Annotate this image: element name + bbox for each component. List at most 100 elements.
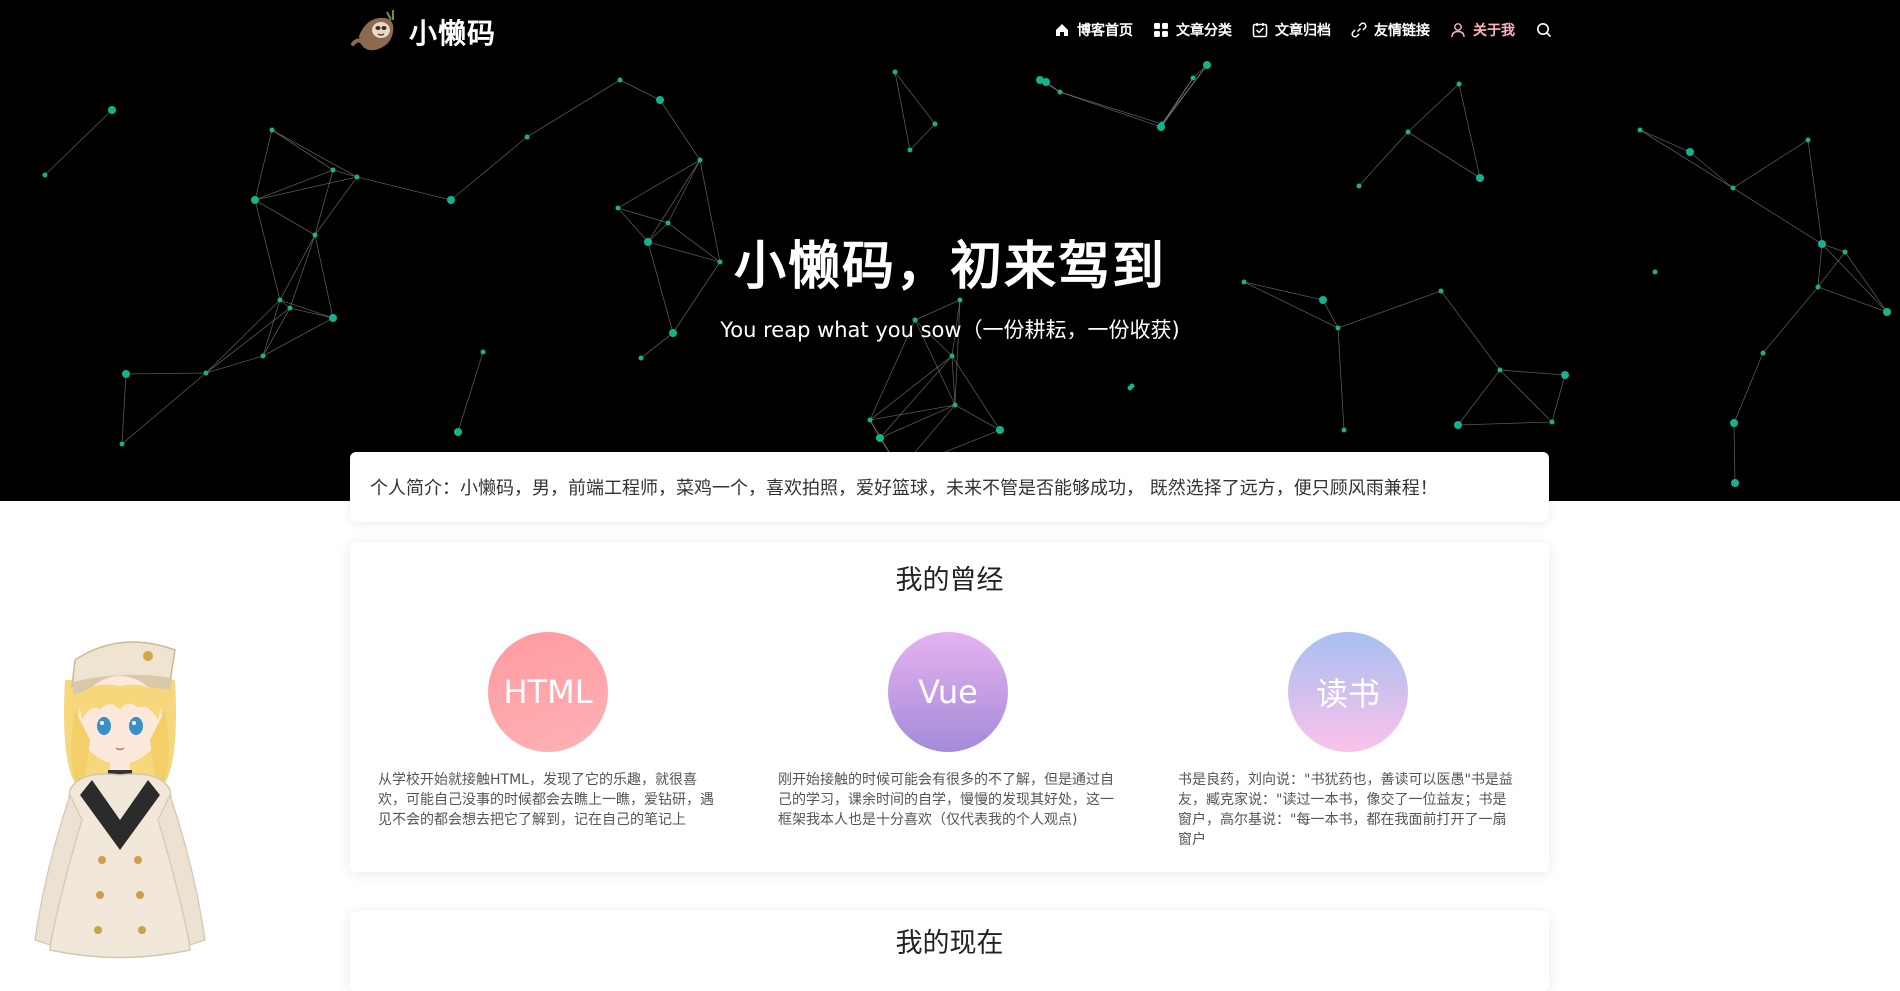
network-node — [1760, 350, 1766, 356]
nav-menu: 博客首页 文章分类 文章归档 友情链接 关于我 — [1054, 20, 1553, 40]
network-edge — [1499, 369, 1566, 376]
nav-item-label: 关于我 — [1473, 23, 1515, 39]
network-node — [892, 69, 898, 75]
anime-mascot-image[interactable] — [20, 620, 220, 967]
network-node — [615, 205, 621, 211]
network-node — [1341, 427, 1347, 433]
network-edge — [617, 207, 669, 224]
network-node — [1456, 81, 1462, 87]
skill-circle: 读书 — [1288, 632, 1408, 752]
network-node — [876, 434, 884, 442]
skill-label: 读书 — [1315, 675, 1380, 713]
network-node — [1549, 419, 1555, 425]
network-edge — [1733, 352, 1764, 424]
grid-icon — [1154, 23, 1168, 37]
network-node — [1561, 371, 1569, 379]
network-node — [638, 355, 644, 361]
network-node — [867, 417, 873, 423]
skill-card-vue: Vue 刚开始接触的时候可能会有很多的不了解，但是通过自己的学习，课余时间的自学… — [778, 632, 1118, 830]
network-edge — [44, 109, 113, 176]
network-node — [1356, 183, 1362, 189]
skill-description: 从学校开始就接触HTML，发现了它的乐趣，就很喜欢，可能自己没事的时候都会去瞧上… — [378, 772, 714, 828]
network-node — [119, 441, 125, 447]
top-navbar: 小懒码 博客首页 文章分类 文章归档 友情链接 关于我 — [0, 0, 1900, 62]
network-edge — [869, 355, 953, 421]
network-edge — [457, 351, 484, 433]
network-edge — [1639, 129, 1691, 153]
network-edge — [1639, 129, 1734, 189]
network-node — [1405, 129, 1411, 135]
network-edge — [121, 373, 127, 445]
network-node — [656, 96, 664, 104]
network-node — [108, 106, 116, 114]
past-section: 我的曾经 HTML 从学校开始就接触HTML，发现了它的乐趣，就很喜欢，可能自己… — [350, 542, 1549, 872]
archive-icon — [1252, 23, 1268, 38]
network-node — [260, 353, 266, 359]
site-logo[interactable]: 小懒码 — [349, 6, 496, 58]
network-node — [697, 157, 703, 163]
network-edge — [1160, 64, 1208, 128]
user-icon — [1451, 23, 1465, 38]
network-node — [996, 426, 1004, 434]
skill-label: Vue — [918, 673, 978, 711]
network-node — [203, 370, 209, 376]
network-node — [330, 167, 336, 173]
network-edge — [356, 176, 452, 201]
network-edge — [869, 404, 956, 421]
network-node — [1637, 127, 1643, 133]
link-icon — [1351, 22, 1367, 38]
network-edge — [1551, 374, 1566, 423]
nav-item-links[interactable]: 友情链接 — [1351, 20, 1430, 40]
network-edge — [909, 123, 936, 151]
network-node — [354, 174, 360, 180]
network-node — [1730, 419, 1738, 427]
network-edge — [619, 79, 661, 101]
network-node — [617, 77, 623, 83]
network-edge — [1059, 91, 1163, 125]
nav-item-archive[interactable]: 文章归档 — [1252, 20, 1331, 40]
network-edge — [1407, 131, 1481, 179]
network-edge — [894, 71, 911, 151]
network-node — [1476, 174, 1484, 182]
network-node — [42, 172, 48, 178]
network-edge — [951, 355, 1001, 431]
network-node — [1731, 479, 1739, 487]
network-node — [932, 121, 938, 127]
network-node — [251, 196, 259, 204]
skill-circle: HTML — [488, 632, 608, 752]
network-node — [454, 428, 462, 436]
nav-item-home[interactable]: 博客首页 — [1054, 20, 1133, 40]
skill-description: 刚开始接触的时候可能会有很多的不了解，但是通过自己的学习，课余时间的自学，慢慢的… — [778, 772, 1114, 828]
skill-card-html: HTML 从学校开始就接触HTML，发现了它的乐趣，就很喜欢，可能自己没事的时候… — [378, 632, 718, 830]
network-node — [524, 134, 530, 140]
network-edge — [1733, 422, 1736, 484]
network-edge — [951, 355, 956, 406]
network-edge — [254, 129, 273, 201]
search-icon[interactable] — [1535, 21, 1553, 39]
network-node — [1127, 385, 1133, 391]
skill-label: HTML — [503, 673, 593, 711]
network-node — [952, 402, 958, 408]
network-edge — [271, 129, 334, 171]
intro-card: 个人简介：小懒码，男，前端工程师，菜鸡一个，喜欢拍照，爱好篮球，未来不管是否能够… — [350, 452, 1549, 522]
network-edge — [1358, 131, 1409, 187]
nav-item-label: 友情链接 — [1374, 23, 1430, 39]
network-node — [1497, 367, 1503, 373]
network-node — [1686, 148, 1694, 156]
skill-description: 书是良药，刘向说："书犹药也，善读可以医愚"书是益友，臧克家说："读过一本书，像… — [1178, 772, 1513, 848]
network-node — [907, 147, 913, 153]
network-node — [1057, 89, 1063, 95]
network-node — [1203, 61, 1211, 69]
nav-item-about[interactable]: 关于我 — [1450, 20, 1515, 40]
network-edge — [1458, 83, 1481, 179]
network-node — [1157, 123, 1165, 131]
skill-card-reading: 读书 书是良药，刘向说："书犹药也，善读可以医愚"书是益友，臧克家说："读过一本… — [1178, 632, 1518, 850]
nav-item-categories[interactable]: 文章分类 — [1153, 20, 1232, 40]
skill-circle: Vue — [888, 632, 1008, 752]
home-icon — [1056, 24, 1068, 36]
network-edge — [1059, 91, 1162, 128]
nav-item-label: 博客首页 — [1077, 23, 1133, 39]
network-node — [1042, 78, 1050, 86]
network-edge — [879, 355, 953, 439]
nav-item-label: 文章分类 — [1176, 23, 1232, 39]
